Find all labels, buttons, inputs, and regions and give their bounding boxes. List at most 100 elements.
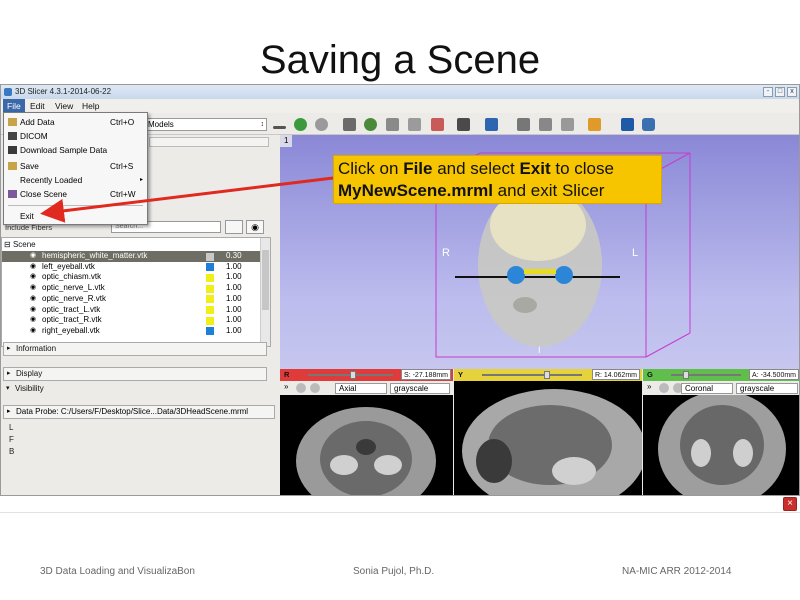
scene-tree-row[interactable]: ◉ right_eyeball.vtk 1.00 xyxy=(2,326,260,337)
menu-help[interactable]: Help xyxy=(78,99,103,113)
model-color-swatch[interactable] xyxy=(206,252,214,261)
model-color-swatch[interactable] xyxy=(206,295,214,304)
model-color-swatch[interactable] xyxy=(206,284,214,293)
green-slice-view[interactable]: G A: -34.500mm » Coronal grayscale xyxy=(643,369,799,495)
red-link-icon[interactable] xyxy=(296,383,306,393)
model-opacity[interactable]: 1.00 xyxy=(226,283,242,294)
scene-tree-row[interactable]: ◉ optic_nerve_R.vtk 1.00 xyxy=(2,294,260,305)
model-opacity[interactable]: 1.00 xyxy=(226,315,242,326)
volumes-module-icon[interactable] xyxy=(364,118,377,131)
minimize-button[interactable]: - xyxy=(763,87,773,97)
scene-tree-row[interactable]: ◉ left_eyeball.vtk 1.00 xyxy=(2,262,260,273)
python-icon[interactable] xyxy=(642,118,655,131)
menu-file[interactable]: File xyxy=(3,99,25,113)
back-arrow-icon[interactable] xyxy=(294,118,307,131)
green-expand-icon[interactable]: » xyxy=(647,382,651,391)
scene-tree-row[interactable]: ◉ optic_chiasm.vtk 1.00 xyxy=(2,272,260,283)
green-slice-knob[interactable] xyxy=(683,371,689,379)
menu-item-add-data[interactable]: Add Data Ctrl+O xyxy=(4,115,147,129)
coronal-mri-image xyxy=(658,395,786,495)
green-slice-slider[interactable] xyxy=(671,374,741,376)
model-color-swatch[interactable] xyxy=(206,327,214,336)
model-visibility-eye-icon[interactable]: ◉ xyxy=(30,272,36,283)
models-module-icon[interactable] xyxy=(386,118,399,131)
red-lut-select[interactable]: grayscale xyxy=(390,383,450,394)
crosshair-icon[interactable] xyxy=(485,118,498,131)
model-visibility-eye-icon[interactable]: ◉ xyxy=(30,315,36,326)
maximize-button[interactable]: □ xyxy=(775,87,785,97)
editor-module-icon[interactable] xyxy=(431,118,444,131)
model-name: optic_chiasm.vtk xyxy=(42,272,102,282)
yellow-slice-knob[interactable] xyxy=(544,371,550,379)
mouse-mode-icon[interactable] xyxy=(561,118,574,131)
model-name: optic_tract_R.vtk xyxy=(42,315,102,325)
scene-view-icon[interactable] xyxy=(539,118,552,131)
screenshot-icon[interactable] xyxy=(517,118,530,131)
display-section[interactable]: ▸ Display xyxy=(3,367,267,381)
menu-item-download-sample-data[interactable]: Download Sample Data xyxy=(4,143,147,157)
menu-view[interactable]: View xyxy=(51,99,77,113)
model-opacity[interactable]: 0.30 xyxy=(226,251,242,262)
tree-scrollbar[interactable] xyxy=(260,238,270,346)
red-slice-value[interactable]: S: -27.188mm xyxy=(401,369,451,380)
green-orientation-select[interactable]: Coronal xyxy=(681,383,733,394)
model-visibility-eye-icon[interactable]: ◉ xyxy=(30,251,36,262)
yellow-slice-value[interactable]: R: 14.062mm xyxy=(591,369,640,380)
red-orientation-select[interactable]: Axial xyxy=(335,383,387,394)
red-slice-view[interactable]: R S: -27.188mm » Axial grayscale xyxy=(280,369,453,495)
model-opacity[interactable]: 1.00 xyxy=(226,262,242,273)
close-scene-icon xyxy=(8,190,17,198)
refresh-icon[interactable] xyxy=(225,220,243,234)
red-eye-icon[interactable] xyxy=(310,383,320,393)
visibility-section[interactable]: ▾ Visibility xyxy=(3,383,267,397)
green-link-icon[interactable] xyxy=(659,383,669,393)
information-section[interactable]: ▸ Information xyxy=(3,342,267,356)
scene-tree-row[interactable]: ◉ optic_nerve_L.vtk 1.00 xyxy=(2,283,260,294)
window-close-button[interactable]: x xyxy=(787,87,797,97)
menu-item-dicom[interactable]: DICOM xyxy=(4,129,147,143)
scene-tree: ⊟ Scene ◉ hemispheric_white_matter.vtk 0.3… xyxy=(1,237,271,347)
menu-item-recently-loaded[interactable]: Recently Loaded ▸ xyxy=(4,173,147,187)
scene-tree-row[interactable]: ◉ optic_tract_R.vtk 1.00 xyxy=(2,315,260,326)
instruction-exit-word: Exit xyxy=(519,159,551,178)
model-visibility-eye-icon[interactable]: ◉ xyxy=(30,326,36,337)
menu-item-save[interactable]: Save Ctrl+S xyxy=(4,159,147,173)
yellow-slice-view[interactable]: Y R: 14.062mm xyxy=(454,369,642,495)
data-module-icon[interactable] xyxy=(343,118,356,131)
forward-arrow-icon[interactable] xyxy=(315,118,328,131)
extension-manager-icon[interactable] xyxy=(621,118,634,131)
scene-tree-row[interactable]: ◉ optic_tract_L.vtk 1.00 xyxy=(2,305,260,316)
model-opacity[interactable]: 1.00 xyxy=(226,305,242,316)
visibility-eye-icon[interactable]: ◉ xyxy=(246,220,264,234)
model-visibility-eye-icon[interactable]: ◉ xyxy=(30,262,36,273)
model-color-swatch[interactable] xyxy=(206,306,214,314)
transforms-module-icon[interactable] xyxy=(408,118,421,131)
slide-close-icon[interactable]: × xyxy=(783,497,797,511)
model-visibility-eye-icon[interactable]: ◉ xyxy=(30,294,36,305)
red-slice-knob[interactable] xyxy=(350,371,356,379)
model-color-swatch[interactable] xyxy=(206,316,214,325)
module-selector[interactable]: Models xyxy=(143,118,267,131)
minus-icon[interactable] xyxy=(273,126,286,129)
scene-tree-header[interactable]: ⊟ Scene xyxy=(4,240,36,249)
model-opacity[interactable]: 1.00 xyxy=(226,326,242,337)
model-color-swatch[interactable] xyxy=(206,263,214,272)
menu-item-close-scene[interactable]: Close Scene Ctrl+W xyxy=(4,187,147,201)
menu-edit[interactable]: Edit xyxy=(26,99,49,113)
menu-separator xyxy=(8,205,143,206)
red-expand-icon[interactable]: » xyxy=(284,382,288,391)
green-slice-value[interactable]: A: -34.500mm xyxy=(749,369,799,380)
menu-item-exit[interactable]: Exit xyxy=(4,209,147,223)
yellow-slice-slider[interactable] xyxy=(482,374,582,376)
data-probe-bar[interactable]: ▸ Data Probe: C:/Users/F/Desktop/Slice...… xyxy=(3,405,275,419)
model-visibility-eye-icon[interactable]: ◉ xyxy=(30,305,36,316)
layout-icon[interactable] xyxy=(457,118,470,131)
instruction-scene-name: MyNewScene.mrml xyxy=(338,181,493,200)
fiducial-icon[interactable] xyxy=(588,118,601,131)
model-opacity[interactable]: 1.00 xyxy=(226,294,242,305)
green-lut-select[interactable]: grayscale xyxy=(736,383,798,394)
scene-tree-row[interactable]: ◉ hemispheric_white_matter.vtk 0.30 xyxy=(2,251,260,262)
model-color-swatch[interactable] xyxy=(206,273,214,282)
model-visibility-eye-icon[interactable]: ◉ xyxy=(30,283,36,294)
model-opacity[interactable]: 1.00 xyxy=(226,272,242,283)
